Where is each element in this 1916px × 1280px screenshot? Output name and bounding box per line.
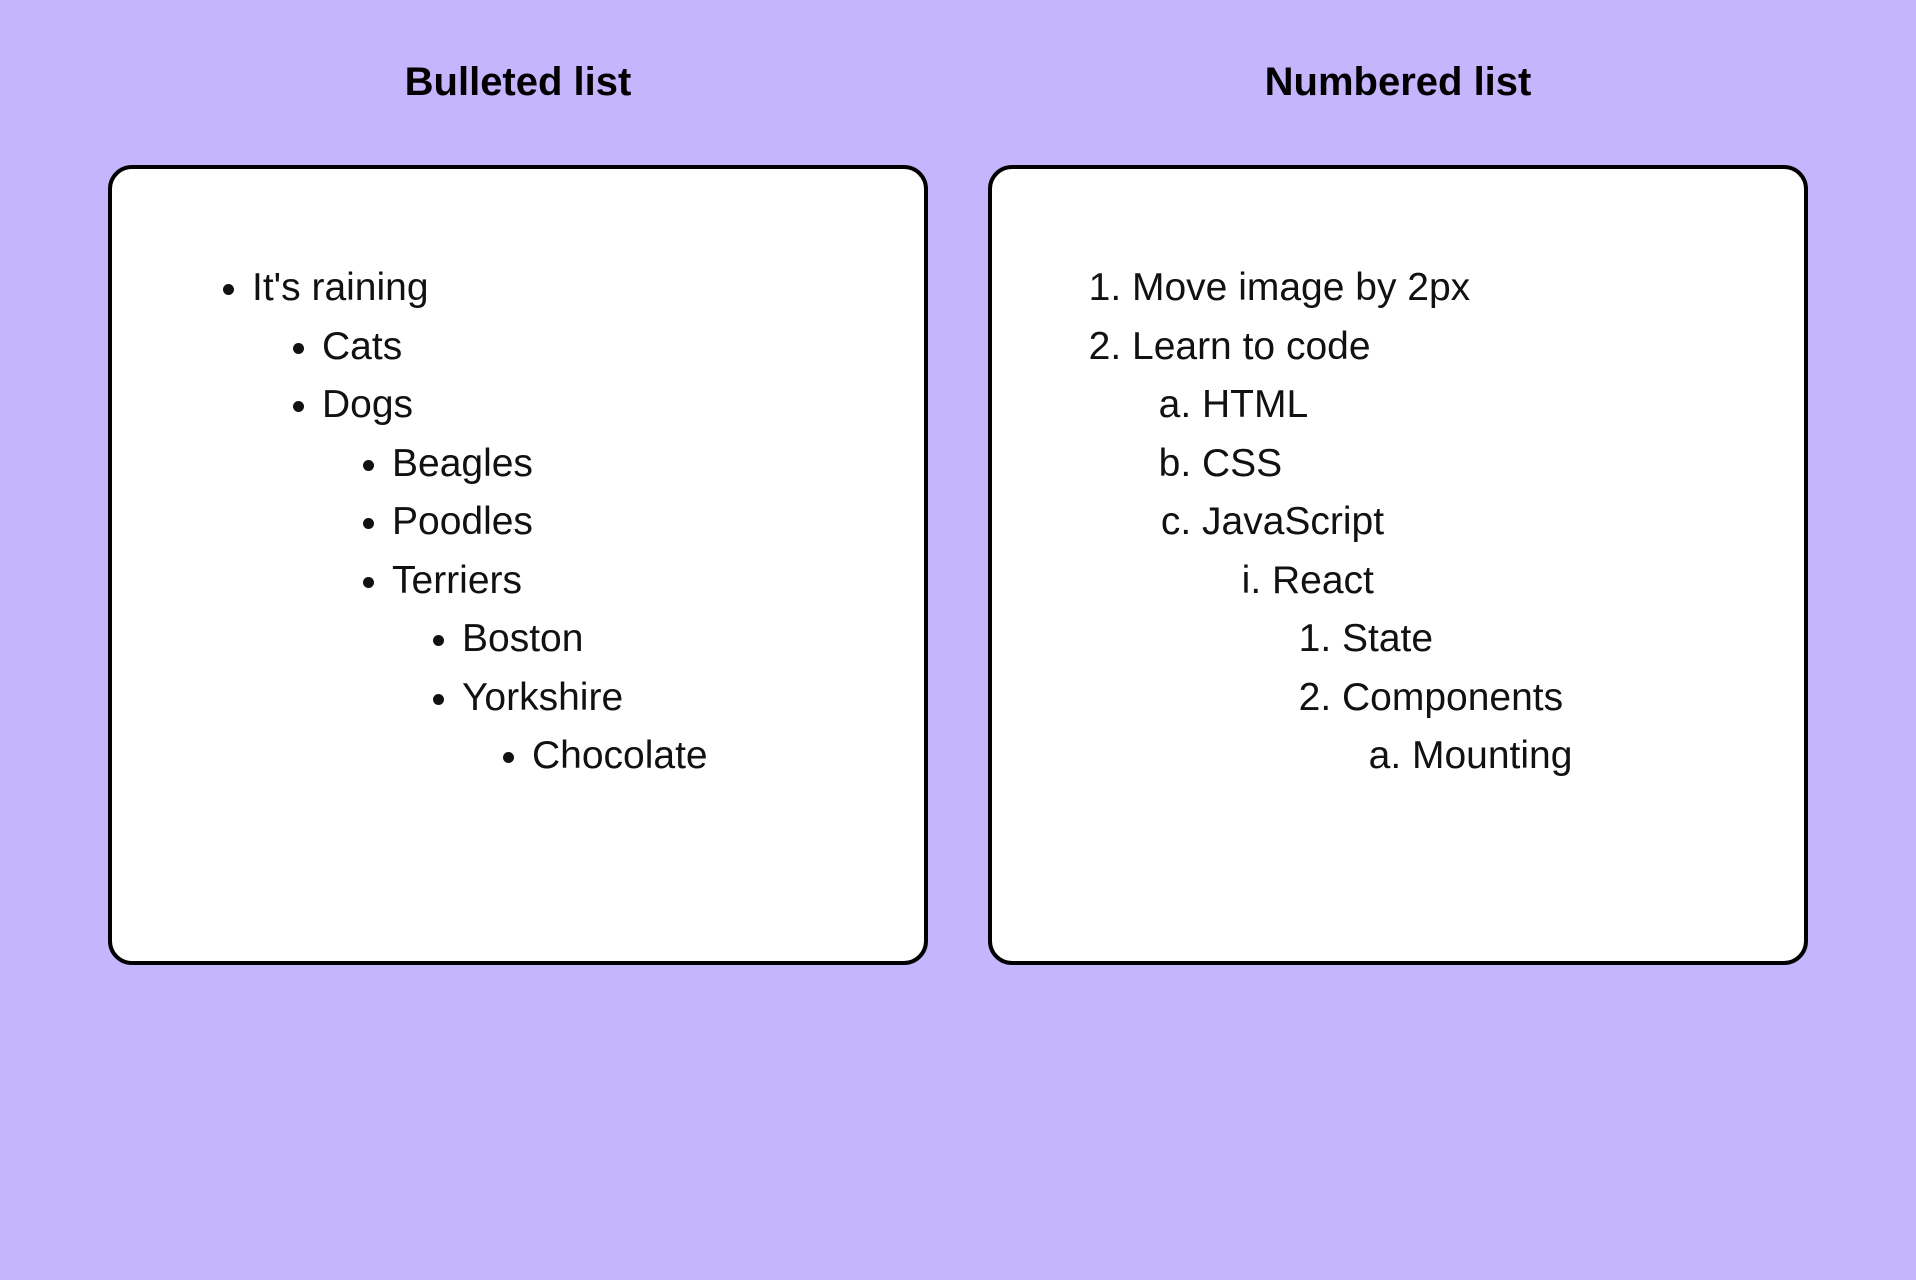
list-item-label: Boston: [462, 617, 583, 660]
list-item-label: Terriers: [392, 559, 522, 602]
list-item-label: Move image by 2px: [1132, 266, 1470, 309]
list-item-label: HTML: [1202, 383, 1308, 426]
list-item-label: JavaScript: [1202, 500, 1384, 543]
bulleted-card: It's raining Cats Dogs Beagles Poodles T…: [108, 165, 928, 965]
list-item-label: It's raining: [252, 266, 429, 309]
list-item: JavaScript React State Components: [1202, 493, 1734, 786]
list-item-label: CSS: [1202, 442, 1282, 485]
bulleted-column: Bulleted list It's raining Cats Dogs Bea…: [108, 60, 928, 965]
numbered-list-level3: React State Components Mounting: [1222, 552, 1734, 786]
list-item: Chocolate: [532, 727, 854, 786]
list-item-label: Yorkshire: [462, 676, 623, 719]
list-item-label: Learn to code: [1132, 325, 1371, 368]
list-item: Poodles: [392, 493, 854, 552]
list-item-label: Components: [1342, 676, 1563, 719]
list-item: Learn to code HTML CSS JavaScript React …: [1132, 318, 1734, 786]
bulleted-list: It's raining Cats Dogs Beagles Poodles T…: [202, 259, 854, 786]
numbered-heading: Numbered list: [1265, 60, 1532, 105]
list-item: HTML: [1202, 376, 1734, 435]
bulleted-list-level5: Chocolate: [482, 727, 854, 786]
bulleted-heading: Bulleted list: [405, 60, 632, 105]
numbered-list-level2: HTML CSS JavaScript React State: [1152, 376, 1734, 786]
list-item: Move image by 2px: [1132, 259, 1734, 318]
list-item: Mounting: [1412, 727, 1734, 786]
list-item: State: [1342, 610, 1734, 669]
list-item: Components Mounting: [1342, 669, 1734, 786]
numbered-card: Move image by 2px Learn to code HTML CSS…: [988, 165, 1808, 965]
list-item: Yorkshire Chocolate: [462, 669, 854, 786]
columns-container: Bulleted list It's raining Cats Dogs Bea…: [80, 60, 1836, 965]
list-item: Cats: [322, 318, 854, 377]
list-item-label: React: [1272, 559, 1374, 602]
bulleted-list-level4: Boston Yorkshire Chocolate: [412, 610, 854, 786]
list-item: It's raining Cats Dogs Beagles Poodles T…: [252, 259, 854, 786]
list-item: Boston: [462, 610, 854, 669]
bulleted-list-level3: Beagles Poodles Terriers Boston Yorkshir…: [342, 435, 854, 786]
list-item-label: Mounting: [1412, 734, 1572, 777]
list-item: Beagles: [392, 435, 854, 494]
list-item-label: Cats: [322, 325, 402, 368]
list-item-label: Chocolate: [532, 734, 708, 777]
list-item: React State Components Mounting: [1272, 552, 1734, 786]
numbered-list-level5: Mounting: [1362, 727, 1734, 786]
list-item: CSS: [1202, 435, 1734, 494]
list-item-label: Beagles: [392, 442, 533, 485]
list-item: Dogs Beagles Poodles Terriers Boston: [322, 376, 854, 786]
list-item: Terriers Boston Yorkshire Chocolate: [392, 552, 854, 786]
list-item-label: State: [1342, 617, 1433, 660]
numbered-list-level4: State Components Mounting: [1292, 610, 1734, 786]
list-item-label: Poodles: [392, 500, 533, 543]
numbered-column: Numbered list Move image by 2px Learn to…: [988, 60, 1808, 965]
numbered-list: Move image by 2px Learn to code HTML CSS…: [1082, 259, 1734, 786]
list-item-label: Dogs: [322, 383, 413, 426]
bulleted-list-level2: Cats Dogs Beagles Poodles Terriers Bosto…: [272, 318, 854, 786]
